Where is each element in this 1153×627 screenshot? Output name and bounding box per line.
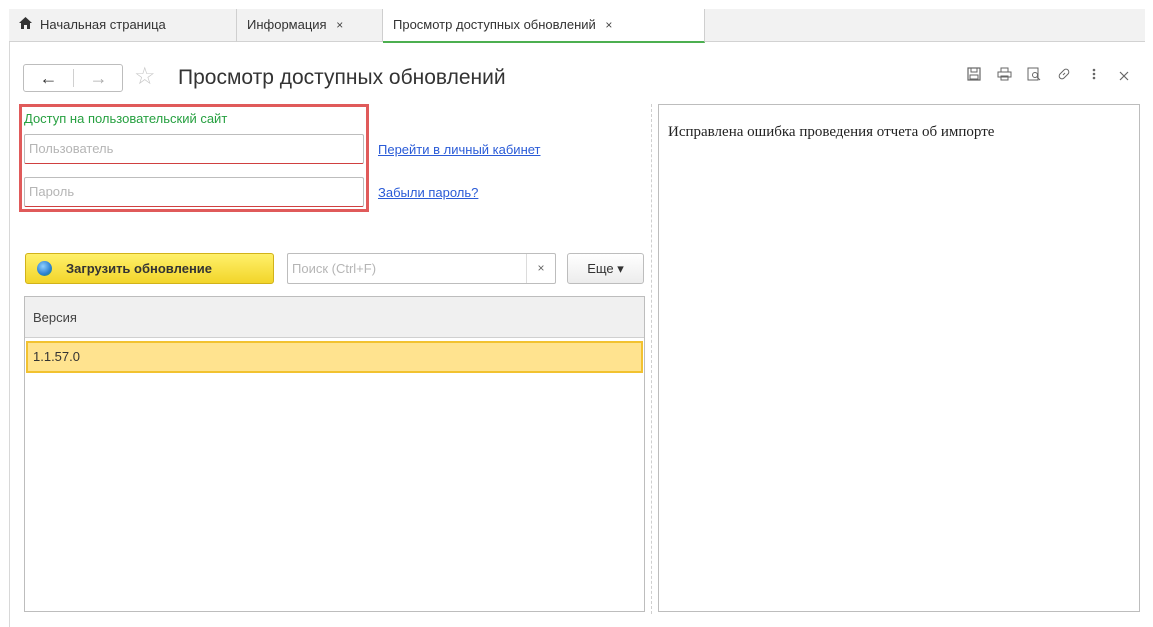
window-border (9, 42, 10, 627)
close-icon[interactable] (1109, 66, 1139, 88)
description-panel: Исправлена ошибка проведения отчета об и… (658, 104, 1140, 612)
login-group-title: Доступ на пользовательский сайт (24, 111, 228, 126)
user-field[interactable]: Пользователь (24, 134, 364, 164)
load-update-button[interactable]: Загрузить обновление (25, 253, 274, 284)
table-row[interactable]: 1.1.57.0 (26, 341, 643, 373)
tab-close-icon[interactable]: × (336, 18, 343, 32)
save-icon[interactable] (959, 66, 989, 88)
page-title: Просмотр доступных обновлений (178, 66, 506, 89)
load-update-label: Загрузить обновление (66, 261, 213, 276)
search-placeholder: Поиск (Ctrl+F) (292, 261, 377, 276)
forward-icon[interactable]: → (74, 65, 123, 91)
more-vertical-icon[interactable] (1079, 66, 1109, 88)
more-button[interactable]: Еще ▾ (567, 253, 644, 284)
tab-close-icon[interactable]: × (605, 18, 612, 32)
toolbar (959, 66, 1139, 88)
clear-search-icon[interactable]: × (526, 254, 555, 283)
globe-icon (37, 261, 52, 276)
navigation-buttons: ← → (23, 64, 123, 92)
password-field[interactable]: Пароль (24, 177, 364, 207)
cabinet-link[interactable]: Перейти в личный кабинет (378, 142, 541, 157)
print-icon[interactable] (989, 66, 1019, 88)
link-icon[interactable] (1049, 66, 1079, 88)
tab-updates[interactable]: Просмотр доступных обновлений × (383, 9, 705, 43)
search-input[interactable]: Поиск (Ctrl+F) × (287, 253, 556, 284)
back-icon[interactable]: ← (24, 65, 73, 91)
tab-label: Просмотр доступных обновлений (393, 17, 596, 32)
tab-home[interactable]: Начальная страница (9, 9, 237, 42)
description-text: Исправлена ошибка проведения отчета об и… (668, 124, 995, 140)
tab-bar: Начальная страница Информация × Просмотр… (9, 9, 1145, 43)
column-header-version[interactable]: Версия (25, 297, 644, 338)
panel-splitter[interactable] (651, 104, 653, 614)
versions-table: Версия 1.1.57.0 (24, 296, 645, 612)
favorite-star-icon[interactable]: ☆ (134, 62, 156, 92)
preview-icon[interactable] (1019, 66, 1049, 88)
home-icon (19, 9, 32, 41)
password-placeholder: Пароль (29, 184, 75, 199)
forgot-password-link[interactable]: Забыли пароль? (378, 185, 478, 200)
tab-label: Информация (247, 17, 327, 32)
user-placeholder: Пользователь (29, 141, 114, 156)
tab-label: Начальная страница (40, 17, 166, 32)
tab-info[interactable]: Информация × (237, 9, 383, 42)
